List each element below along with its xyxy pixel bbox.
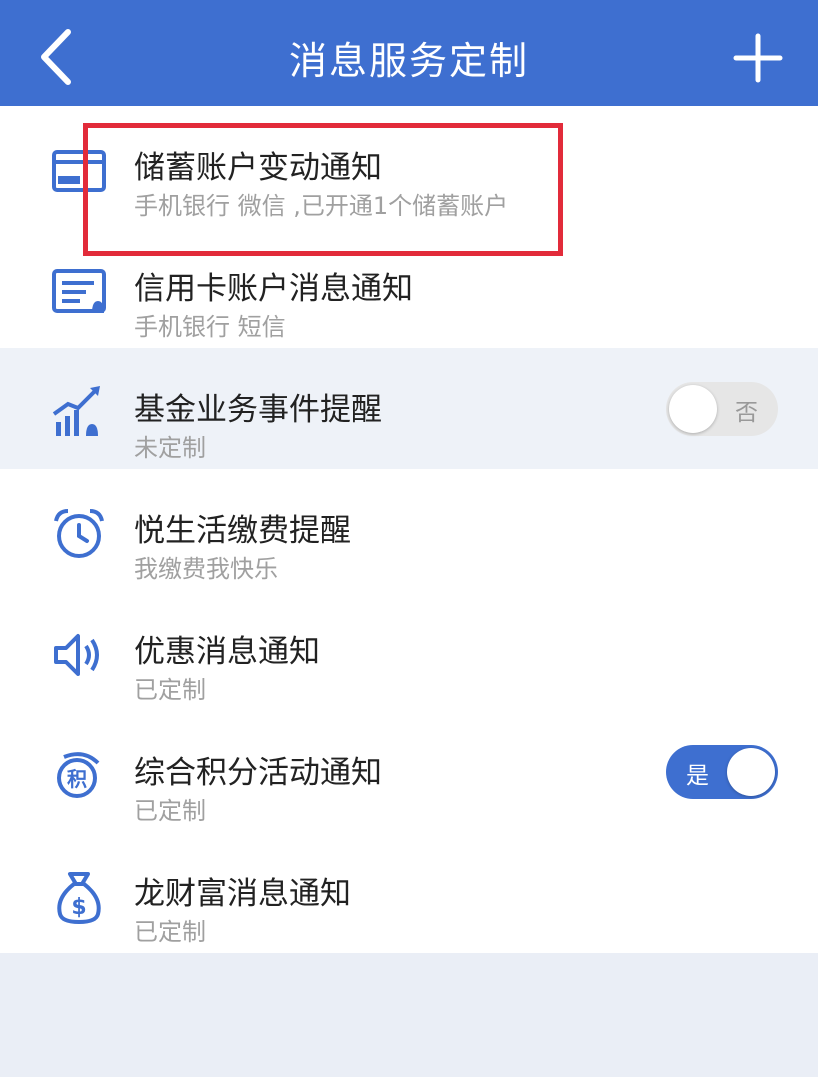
toggle-knob [669, 385, 717, 433]
item-subtitle: 已定制 [134, 676, 206, 704]
toggle-knob [727, 748, 775, 796]
plus-icon[interactable] [728, 28, 788, 88]
item-title: 龙财富消息通知 [134, 876, 351, 912]
item-title: 信用卡账户消息通知 [134, 271, 413, 307]
list-item-points-activity[interactable]: 积 综合积分活动通知 已定制 是 [0, 711, 818, 832]
money-bag-icon: $ [57, 872, 101, 924]
list-item-life-payment[interactable]: 悦生活缴费提醒 我缴费我快乐 [0, 469, 818, 590]
item-subtitle: 已定制 [134, 918, 206, 946]
toggle-label: 否 [735, 400, 758, 426]
list-item-fund-events[interactable]: 基金业务事件提醒 未定制 否 [0, 348, 818, 469]
fund-events-toggle[interactable]: 否 [666, 382, 778, 436]
fund-chart-bell-icon [52, 386, 100, 436]
list-item-credit-card[interactable]: 信用卡账户消息通知 手机银行 短信 [0, 227, 818, 348]
notification-list: 储蓄账户变动通知 手机银行 微信 ,已开通1个储蓄账户 信用卡账户消息通知 手机… [0, 106, 818, 953]
item-subtitle: 已定制 [134, 797, 206, 825]
svg-text:$: $ [71, 895, 86, 920]
toggle-label: 是 [686, 763, 709, 789]
points-badge-icon: 积 [57, 752, 100, 798]
item-title: 悦生活缴费提醒 [134, 513, 351, 549]
svg-text:积: 积 [67, 767, 87, 791]
item-subtitle: 未定制 [134, 434, 206, 462]
item-title: 综合积分活动通知 [134, 755, 382, 791]
points-activity-toggle[interactable]: 是 [666, 745, 778, 799]
item-title: 优惠消息通知 [134, 634, 320, 670]
page-title: 消息服务定制 [288, 39, 529, 83]
list-item-dragon-wealth[interactable]: $ 龙财富消息通知 已定制 [0, 832, 818, 953]
list-item-debit-account[interactable]: 储蓄账户变动通知 手机银行 微信 ,已开通1个储蓄账户 [0, 106, 818, 227]
item-subtitle: 我缴费我快乐 [134, 555, 278, 583]
list-item-promotions[interactable]: 优惠消息通知 已定制 [0, 590, 818, 711]
speaker-icon [54, 634, 99, 676]
navigation-bar: 消息服务定制 [0, 0, 818, 106]
item-subtitle: 手机银行 短信 [134, 313, 286, 341]
item-subtitle: 手机银行 微信 ,已开通1个储蓄账户 [134, 192, 509, 220]
alarm-clock-icon [54, 509, 104, 558]
item-title: 基金业务事件提醒 [134, 392, 382, 428]
credit-card-bell-icon [52, 269, 106, 313]
item-title: 储蓄账户变动通知 [134, 150, 382, 186]
debit-card-icon [52, 150, 106, 192]
